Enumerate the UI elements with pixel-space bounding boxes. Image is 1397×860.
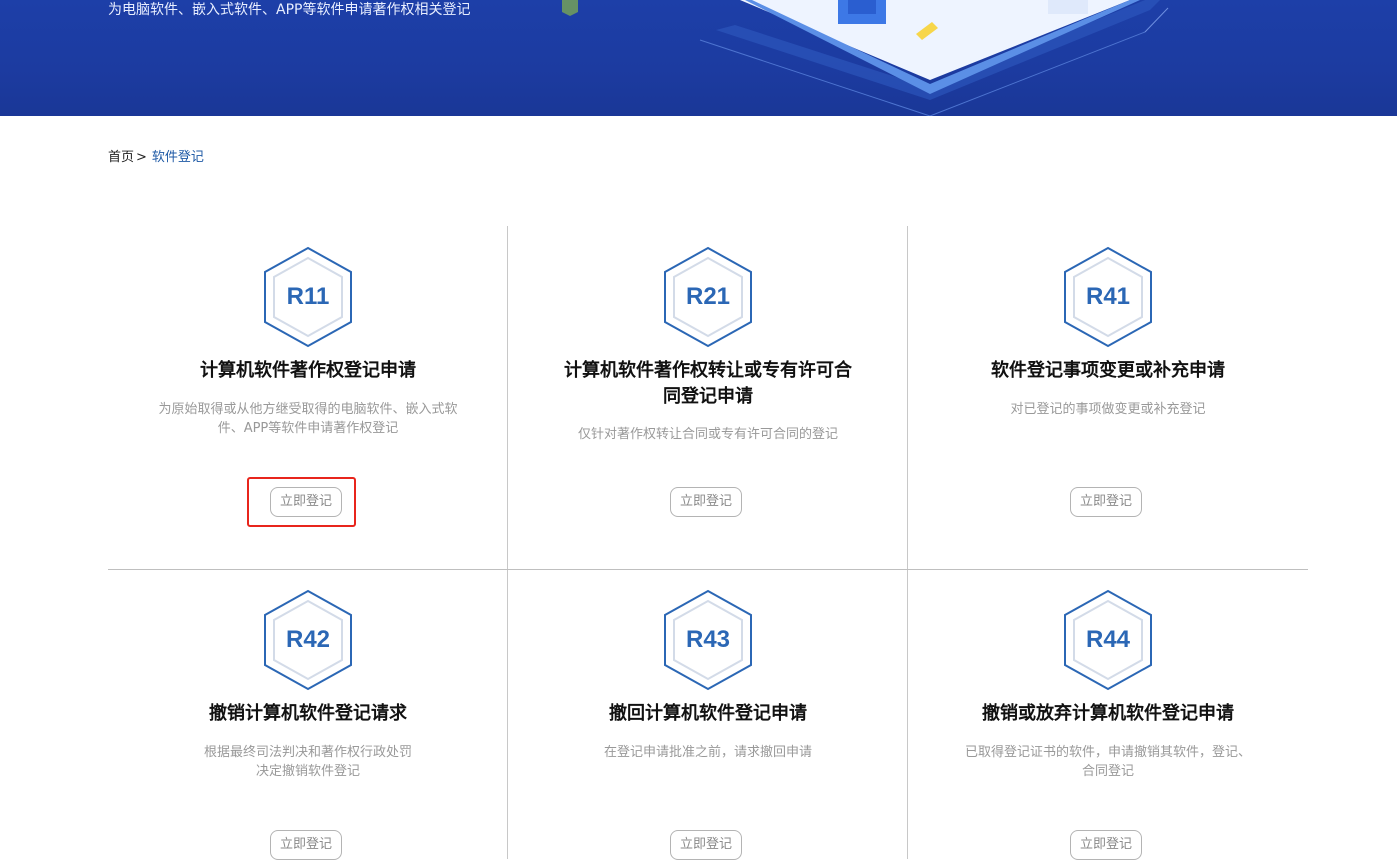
card-description: 根据最终司法判决和著作权行政处罚决定撤销软件登记	[203, 745, 412, 779]
register-now-button[interactable]: 立即登记	[670, 830, 742, 860]
card-r42: R42 撤销计算机软件登记请求 根据最终司法判决和著作权行政处罚决定撤销软件登记…	[108, 569, 508, 860]
register-now-button[interactable]: 立即登记	[1070, 487, 1142, 517]
breadcrumb-separator: >	[136, 150, 147, 165]
registration-card-grid: R11 计算机软件著作权登记申请 为原始取得或从他方继受取得的电脑软件、嵌入式软…	[108, 226, 1308, 860]
card-r21: R21 计算机软件著作权转让或专有许可合同登记申请 仅针对著作权转让合同或专有许…	[508, 226, 908, 569]
card-title: 计算机软件著作权转让或专有许可合同登记申请	[564, 360, 852, 407]
card-code: R21	[685, 283, 731, 310]
card-description: 对已登记的事项做变更或补充登记	[1010, 402, 1206, 417]
card-title: 撤销计算机软件登记请求	[209, 703, 407, 724]
card-description: 仅针对著作权转让合同或专有许可合同的登记	[577, 427, 838, 442]
card-title: 软件登记事项变更或补充申请	[991, 360, 1225, 381]
register-now-button[interactable]: 立即登记	[1070, 830, 1142, 860]
card-title: 撤销或放弃计算机软件登记申请	[982, 703, 1234, 724]
card-r43: R43 撤回计算机软件登记申请 在登记申请批准之前，请求撤回申请 立即登记	[508, 569, 908, 860]
card-r44: R44 撤销或放弃计算机软件登记申请 已取得登记证书的软件，申请撤销其软件，登记…	[908, 569, 1308, 860]
card-description: 已取得登记证书的软件，申请撤销其软件，登记、合同登记	[964, 745, 1251, 779]
card-code: R44	[1085, 626, 1131, 653]
card-code: R42	[285, 626, 331, 653]
card-code: R41	[1085, 283, 1131, 310]
breadcrumb-current: 软件登记	[151, 150, 204, 165]
register-now-button[interactable]: 立即登记	[670, 487, 742, 517]
banner-subtitle: 为电脑软件、嵌入式软件、APP等软件申请著作权相关登记	[108, 2, 471, 18]
card-r11: R11 计算机软件著作权登记申请 为原始取得或从他方继受取得的电脑软件、嵌入式软…	[108, 226, 508, 569]
card-title: 撤回计算机软件登记申请	[609, 703, 807, 724]
breadcrumb-home-link[interactable]: 首页	[108, 150, 134, 165]
breadcrumb: 首页 > 软件登记	[108, 149, 204, 167]
register-now-button[interactable]: 立即登记	[270, 830, 342, 860]
card-description: 在登记申请批准之前，请求撤回申请	[603, 745, 812, 760]
card-r41: R41 软件登记事项变更或补充申请 对已登记的事项做变更或补充登记 立即登记	[908, 226, 1308, 569]
highlight-box	[247, 477, 356, 527]
card-code: R11	[286, 283, 330, 310]
hero-banner: 为电脑软件、嵌入式软件、APP等软件申请著作权相关登记	[0, 0, 1397, 116]
card-title: 计算机软件著作权登记申请	[200, 360, 416, 381]
card-code: R43	[685, 626, 731, 653]
card-description: 为原始取得或从他方继受取得的电脑软件、嵌入式软件、APP等软件申请著作权登记	[158, 402, 458, 436]
